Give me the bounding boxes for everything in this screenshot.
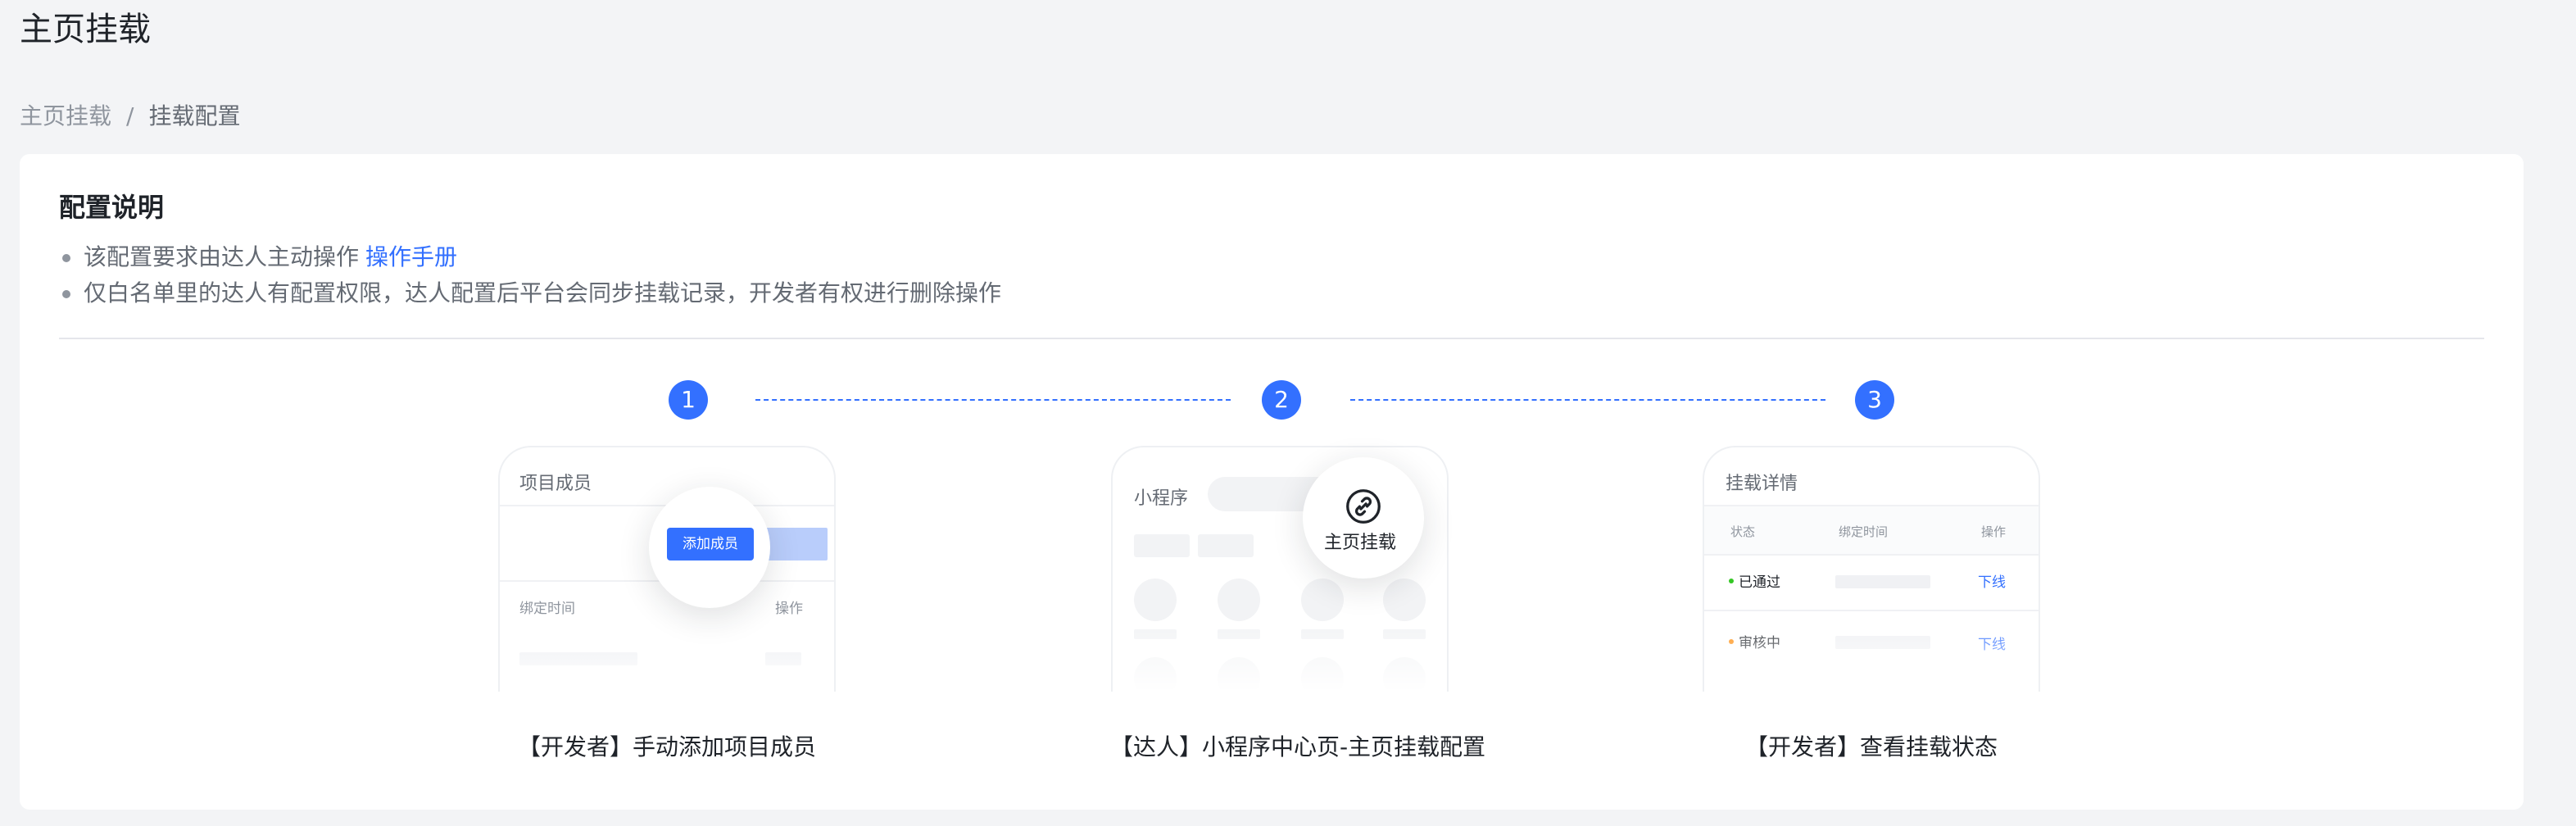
app-placeholder bbox=[1383, 657, 1426, 692]
app-placeholder bbox=[1383, 579, 1426, 621]
add-member-button: 添加成员 bbox=[667, 528, 754, 560]
placeholder-bar bbox=[1134, 629, 1177, 639]
placeholder-chip bbox=[1134, 534, 1190, 557]
step-number-2: 2 bbox=[1262, 380, 1301, 420]
breadcrumb-parent[interactable]: 主页挂载 bbox=[20, 102, 111, 131]
column-header-time: 绑定时间 bbox=[519, 601, 575, 617]
status-dot bbox=[1729, 578, 1734, 583]
status-text: 已通过 bbox=[1739, 574, 1780, 591]
app-placeholder bbox=[1218, 579, 1260, 621]
step-connector bbox=[1350, 399, 1825, 401]
divider bbox=[59, 338, 2484, 339]
breadcrumb-separator: / bbox=[126, 102, 134, 129]
page-title: 主页挂载 bbox=[20, 11, 151, 48]
step-connector bbox=[755, 399, 1231, 401]
note-text: 该配置要求由达人主动操作 bbox=[84, 243, 360, 270]
note-item: 该配置要求由达人主动操作 操作手册 bbox=[59, 239, 1001, 275]
config-notes: 该配置要求由达人主动操作 操作手册 仅白名单里的达人有配置权限，达人配置后平台会同… bbox=[59, 239, 1001, 311]
column-header-action: 操作 bbox=[1981, 524, 2007, 539]
mock-title: 项目成员 bbox=[519, 474, 592, 494]
step-number-1: 1 bbox=[669, 380, 708, 420]
mock-title: 挂载详情 bbox=[1726, 474, 1798, 494]
offline-link[interactable]: 下线 bbox=[1978, 570, 2006, 591]
section-title: 配置说明 bbox=[59, 192, 165, 223]
status-dot bbox=[1729, 638, 1734, 644]
placeholder-bar bbox=[1383, 629, 1426, 639]
placeholder-bar bbox=[1835, 575, 1930, 588]
placeholder-bar bbox=[765, 652, 801, 665]
manual-link[interactable]: 操作手册 bbox=[365, 243, 457, 270]
mock-title: 小程序 bbox=[1134, 488, 1189, 509]
status-reviewing: 审核中 bbox=[1729, 631, 1780, 651]
placeholder-bar bbox=[1835, 636, 1930, 649]
step-caption-2: 【达人】小程序中心页-主页挂载配置 bbox=[1109, 733, 1486, 760]
mount-details-mock: 挂载详情 状态 绑定时间 操作 已通过 下线 审核中 下线 bbox=[1703, 446, 2040, 692]
note-item: 仅白名单里的达人有配置权限，达人配置后平台会同步挂载记录，开发者有权进行删除操作 bbox=[59, 275, 1001, 311]
mount-label: 主页挂载 bbox=[1324, 533, 1397, 553]
app-placeholder bbox=[1301, 657, 1344, 692]
offline-link[interactable]: 下线 bbox=[1978, 633, 2006, 653]
app-placeholder bbox=[1218, 657, 1260, 692]
app-placeholder bbox=[1134, 579, 1177, 621]
app-placeholder bbox=[1301, 579, 1344, 621]
column-header-action: 操作 bbox=[775, 601, 803, 617]
step-caption-1: 【开发者】手动添加项目成员 bbox=[517, 733, 816, 760]
status-approved: 已通过 bbox=[1729, 570, 1780, 591]
step-caption-3: 【开发者】查看挂载状态 bbox=[1744, 733, 1998, 760]
link-icon bbox=[1346, 489, 1381, 524]
breadcrumb-current: 挂载配置 bbox=[148, 102, 241, 129]
note-text: 仅白名单里的达人有配置权限，达人配置后平台会同步挂载记录，开发者有权进行删除操作 bbox=[84, 279, 1002, 306]
breadcrumb: 主页挂载 / 挂载配置 bbox=[20, 102, 240, 131]
config-card: 配置说明 该配置要求由达人主动操作 操作手册 仅白名单里的达人有配置权限，达人配置… bbox=[20, 154, 2524, 810]
column-header-status: 状态 bbox=[1730, 524, 1756, 539]
placeholder-bar bbox=[519, 652, 637, 665]
placeholder-bar bbox=[1218, 629, 1260, 639]
step-number-3: 3 bbox=[1855, 380, 1894, 420]
placeholder-bar bbox=[1301, 629, 1344, 639]
column-header-time: 绑定时间 bbox=[1839, 524, 1889, 539]
app-placeholder bbox=[1134, 657, 1177, 692]
row-divider bbox=[1704, 610, 2039, 611]
placeholder-chip bbox=[1198, 534, 1254, 557]
status-text: 审核中 bbox=[1739, 635, 1780, 651]
